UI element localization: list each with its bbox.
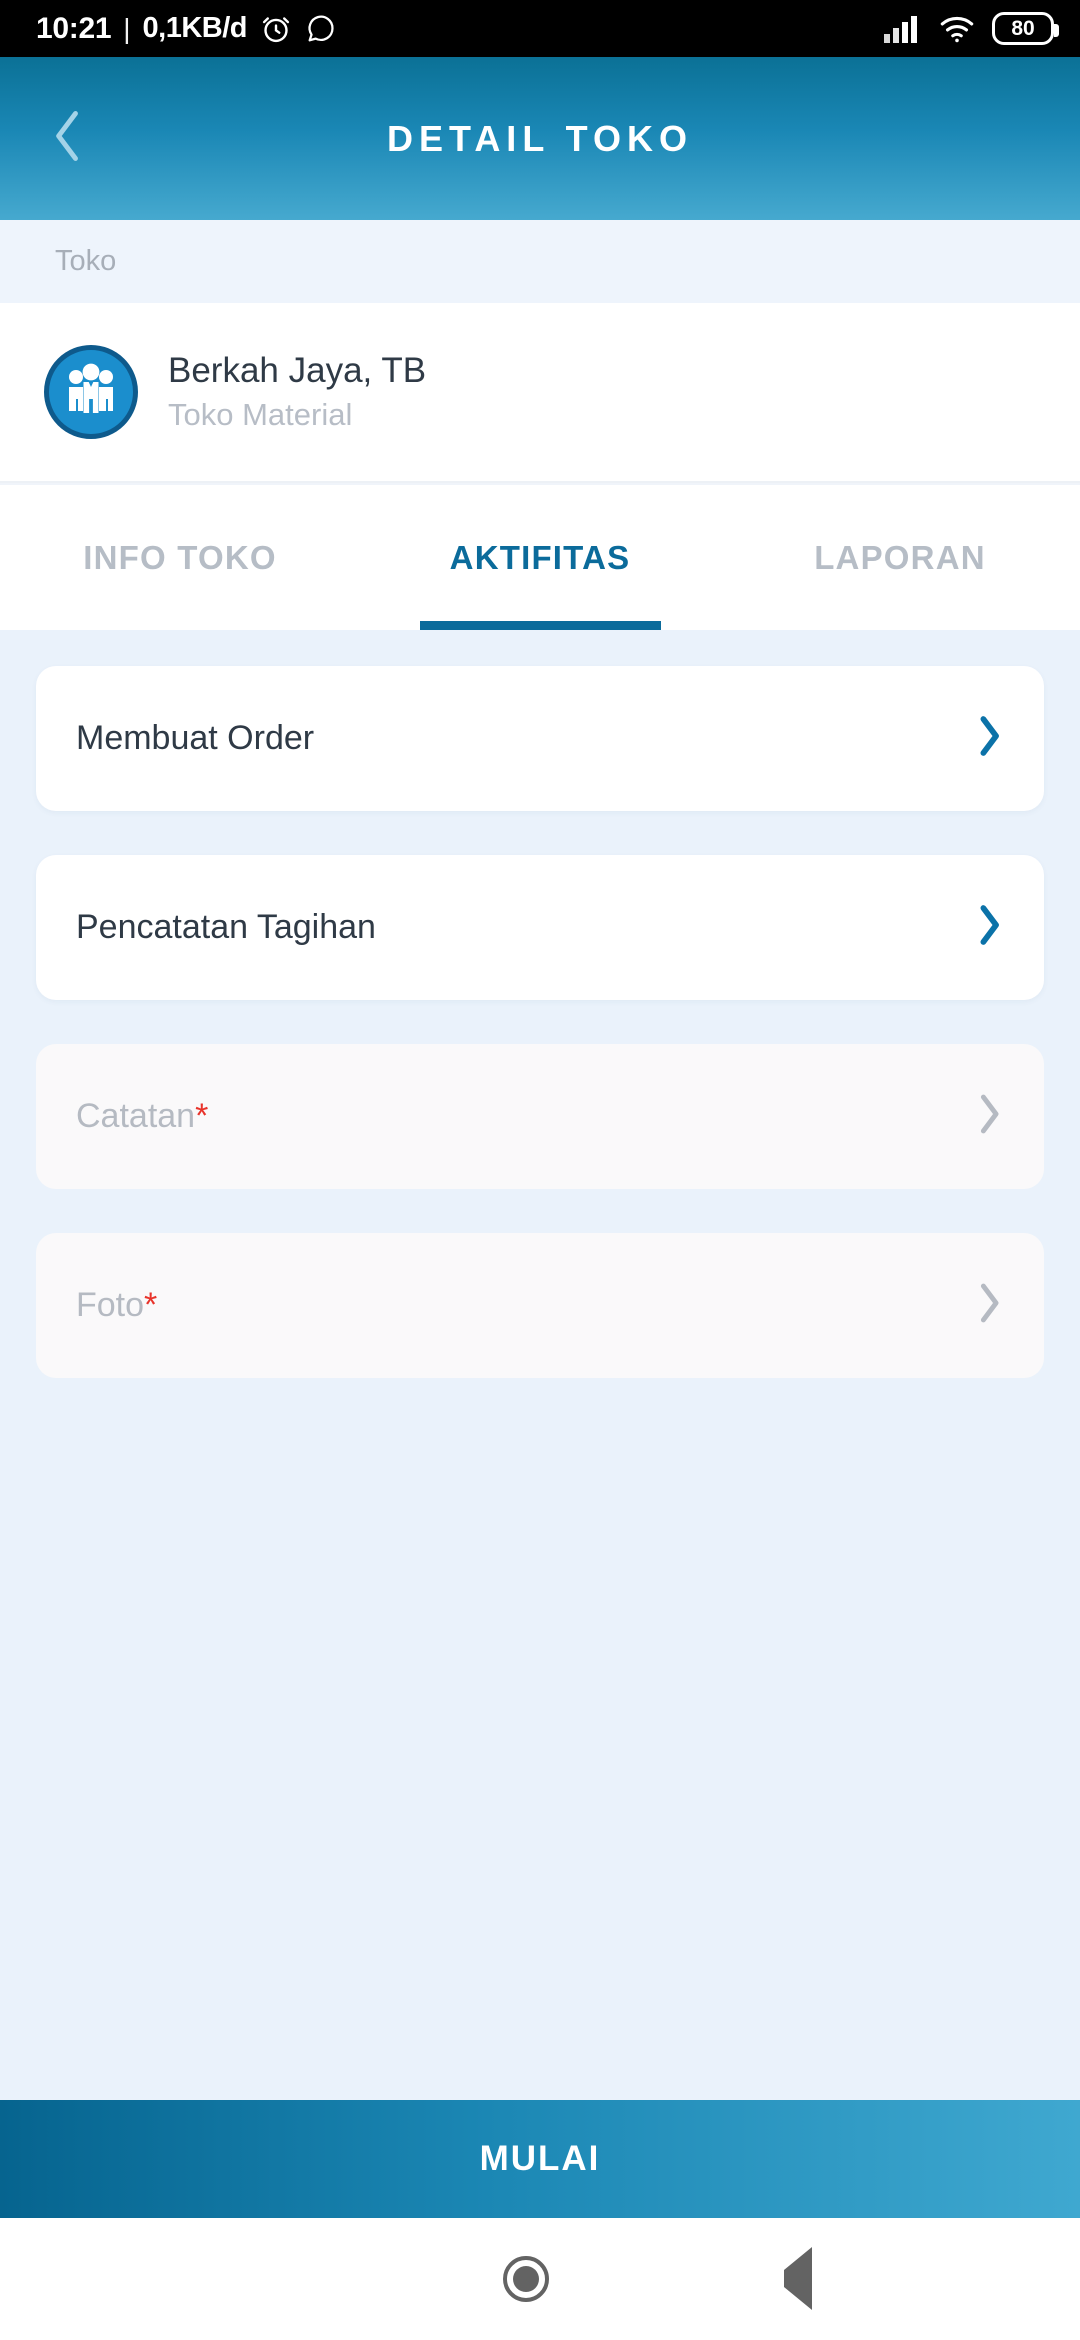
activity-label-group: Foto*: [76, 1286, 157, 1325]
activity-row-catatan[interactable]: Catatan*: [36, 1044, 1044, 1189]
back-triangle-icon[interactable]: [784, 2247, 813, 2310]
chevron-right-icon: [972, 1278, 1006, 1333]
status-bar-left: 10:21 | 0,1KB/d: [36, 12, 337, 46]
activity-list: Membuat Order Pencatatan Tagihan Catatan…: [0, 630, 1080, 2100]
store-text: Berkah Jaya, TB Toko Material: [168, 351, 426, 433]
activity-label: Foto: [76, 1286, 145, 1324]
activity-row-foto[interactable]: Foto*: [36, 1233, 1044, 1378]
app-bar: DETAIL TOKO: [0, 57, 1080, 220]
section-label: Toko: [0, 220, 1080, 303]
mulai-button[interactable]: MULAI: [0, 2100, 1080, 2218]
tab-info-toko-label: INFO TOKO: [83, 538, 277, 576]
required-asterisk: *: [195, 1097, 209, 1135]
status-data-rate: 0,1KB/d: [142, 12, 248, 44]
activity-row-pencatatan-tagihan[interactable]: Pencatatan Tagihan: [36, 855, 1044, 1000]
activity-label-group: Catatan*: [76, 1097, 208, 1136]
tab-info-toko[interactable]: INFO TOKO: [0, 485, 360, 630]
back-button[interactable]: [28, 99, 108, 179]
tab-bar: INFO TOKO AKTIFITAS LAPORAN: [0, 483, 1080, 630]
avatar: [44, 345, 138, 439]
battery-level: 80: [1011, 16, 1035, 40]
activity-label: Catatan: [76, 1097, 196, 1135]
page-title: DETAIL TOKO: [386, 117, 693, 159]
chevron-right-icon: [972, 1089, 1006, 1144]
wifi-icon: [938, 14, 976, 44]
whatsapp-icon: [305, 13, 337, 45]
battery-icon: 80: [992, 12, 1059, 45]
group-people-icon: [61, 361, 121, 424]
chevron-right-icon: [972, 711, 1006, 766]
cellular-signal-icon: [882, 14, 922, 44]
store-type: Toko Material: [168, 397, 353, 432]
status-bar: 10:21 | 0,1KB/d 80: [0, 0, 1080, 57]
required-asterisk: *: [144, 1286, 158, 1324]
home-circle-icon[interactable]: [502, 2256, 549, 2302]
phone-screen: 10:21 | 0,1KB/d 80 DETAIL TOKO Toko Berk…: [0, 0, 1080, 2340]
store-card[interactable]: Berkah Jaya, TB Toko Material: [0, 303, 1080, 483]
status-bar-right: 80: [882, 12, 1059, 45]
status-time: 10:21: [36, 11, 112, 45]
alarm-clock-icon: [259, 12, 293, 46]
back-chevron-icon: [45, 106, 91, 171]
tab-laporan-label: LAPORAN: [814, 538, 986, 576]
system-navigation-bar: [0, 2218, 1080, 2340]
activity-label: Membuat Order: [76, 719, 315, 757]
tab-aktifitas[interactable]: AKTIFITAS: [360, 485, 720, 630]
store-name: Berkah Jaya, TB: [168, 351, 427, 390]
tab-aktifitas-label: AKTIFITAS: [449, 538, 631, 576]
activity-label: Pencatatan Tagihan: [76, 908, 376, 946]
tab-laporan[interactable]: LAPORAN: [720, 485, 1080, 630]
status-separator: |: [123, 12, 131, 44]
activity-row-membuat-order[interactable]: Membuat Order: [36, 666, 1044, 811]
chevron-right-icon: [972, 900, 1006, 955]
